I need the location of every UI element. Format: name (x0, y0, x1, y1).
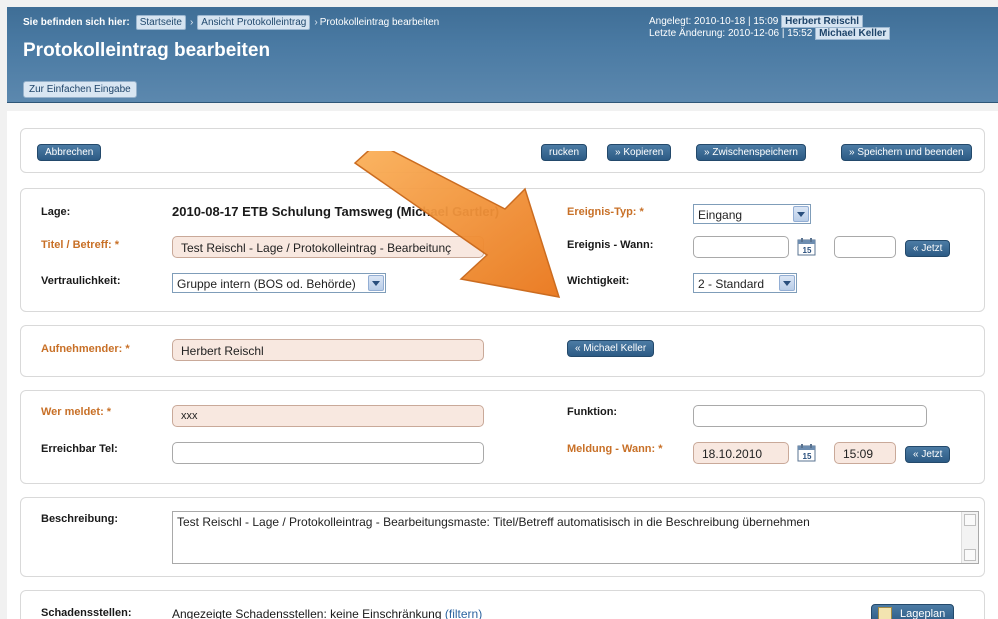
page-header: Sie befinden sich hier: Startseite › Ans… (7, 7, 998, 103)
ereignis-date-input[interactable] (693, 236, 789, 258)
save-exit-button[interactable]: » Speichern und beenden (841, 144, 972, 161)
aufnehmender-input[interactable]: Herbert Reischl (172, 339, 484, 361)
form-card-schadensstellen: Schadensstellen: Angezeigte Schadensstel… (20, 590, 985, 619)
lage-value: 2010-08-17 ETB Schulung Tamsweg (Michael… (172, 204, 500, 219)
meldung-now-button[interactable]: « Jetzt (905, 446, 951, 463)
wichtigkeit-value: 2 - Standard (698, 277, 765, 291)
lage-label: Lage: (41, 206, 71, 218)
lageplan-icon (878, 607, 892, 619)
simple-entry-button[interactable]: Zur Einfachen Eingabe (23, 81, 137, 98)
filter-link[interactable]: (filtern) (445, 607, 482, 619)
erreichbar-tel-label: Erreichbar Tel: (41, 443, 118, 455)
calendar-day-label: 15 (803, 452, 812, 461)
textarea-scrollbar[interactable] (961, 512, 978, 563)
calendar-icon[interactable]: 15 (797, 237, 817, 257)
vertraulichkeit-label: Vertraulichkeit: (41, 275, 121, 287)
schadensstellen-info: Angezeigte Schadensstellen: keine Einsch… (172, 607, 442, 619)
beschreibung-label: Beschreibung: (41, 513, 119, 525)
dropdown-arrow-icon[interactable] (793, 206, 809, 222)
content-area: Abbrechen rucken » Kopieren » Zwischensp… (7, 111, 998, 619)
breadcrumb-separator: › (189, 17, 194, 28)
lageplan-label: Lageplan (900, 608, 946, 619)
breadcrumb-prefix: Sie befinden sich hier: (23, 17, 130, 28)
ereignis-typ-select[interactable]: Eingang (693, 204, 811, 224)
schadensstellen-label: Schadensstellen: (41, 607, 132, 619)
vertraulichkeit-select[interactable]: Gruppe intern (BOS od. Behörde) (172, 273, 386, 293)
breadcrumb-current: Protokolleintrag bearbeiten (319, 17, 440, 28)
page-title: Protokolleintrag bearbeiten (23, 40, 271, 61)
meta-info: Angelegt: 2010-10-18 | 15:09 Herbert Rei… (649, 15, 891, 40)
breadcrumb: Sie befinden sich hier: Startseite › Ans… (23, 15, 439, 30)
funktion-input[interactable] (693, 405, 927, 427)
ereignis-typ-label: Ereignis-Typ: * (567, 206, 644, 218)
print-button[interactable]: rucken (541, 144, 588, 161)
vertraulichkeit-value: Gruppe intern (BOS od. Behörde) (177, 277, 356, 291)
toolbar-card: Abbrechen rucken » Kopieren » Zwischensp… (20, 128, 985, 173)
dropdown-arrow-icon[interactable] (779, 275, 795, 291)
ereignis-now-button[interactable]: « Jetzt (905, 240, 951, 257)
form-card-aufnehmender: Aufnehmender: * Herbert Reischl « Michae… (20, 325, 985, 377)
titel-label: Titel / Betreff: * (41, 239, 120, 251)
lageplan-button[interactable]: Lageplan (871, 604, 955, 619)
changed-by[interactable]: Michael Keller (815, 27, 891, 40)
wichtigkeit-label: Wichtigkeit: (567, 275, 630, 287)
erreichbar-tel-input[interactable] (172, 442, 484, 464)
assign-michael-keller-button[interactable]: « Michael Keller (567, 340, 655, 357)
wichtigkeit-select[interactable]: 2 - Standard (693, 273, 797, 293)
breadcrumb-ansicht[interactable]: Ansicht Protokolleintrag (197, 15, 311, 30)
meldung-date-input[interactable]: 18.10.2010 (693, 442, 789, 464)
changed-label: Letzte Änderung: 2010-12-06 | 15:52 (649, 28, 813, 39)
beschreibung-text: Test Reischl - Lage / Protokolleintrag -… (177, 515, 810, 529)
beschreibung-textarea[interactable]: Test Reischl - Lage / Protokolleintrag -… (172, 511, 979, 564)
meldung-time-input[interactable]: 15:09 (834, 442, 896, 464)
save-draft-button[interactable]: » Zwischenspeichern (696, 144, 806, 161)
wer-meldet-label: Wer meldet: * (41, 406, 112, 418)
funktion-label: Funktion: (567, 406, 618, 418)
calendar-day-label: 15 (803, 246, 812, 255)
aufnehmender-label: Aufnehmender: * (41, 343, 130, 355)
form-card-beschreibung: Beschreibung: Test Reischl - Lage / Prot… (20, 497, 985, 577)
wer-meldet-input[interactable]: xxx (172, 405, 484, 427)
ereignis-typ-value: Eingang (698, 208, 743, 222)
dropdown-arrow-icon[interactable] (368, 275, 384, 291)
scroll-up-icon[interactable] (964, 514, 976, 526)
meldung-wann-label: Meldung - Wann: * (567, 443, 663, 455)
breadcrumb-startseite[interactable]: Startseite (135, 15, 186, 30)
ereignis-wann-label: Ereignis - Wann: (567, 239, 654, 251)
form-card-main: Lage: 2010-08-17 ETB Schulung Tamsweg (M… (20, 188, 985, 312)
calendar-icon[interactable]: 15 (797, 443, 817, 463)
cancel-button[interactable]: Abbrechen (37, 144, 102, 161)
titel-input[interactable]: Test Reischl - Lage / Protokolleintrag -… (172, 236, 484, 258)
ereignis-time-input[interactable] (834, 236, 896, 258)
form-card-meldung: Wer meldet: * xxx Erreichbar Tel: Funkti… (20, 390, 985, 484)
schadensstellen-text: Angezeigte Schadensstellen: keine Einsch… (172, 607, 482, 619)
created-label: Angelegt: 2010-10-18 | 15:09 (649, 16, 779, 27)
scroll-down-icon[interactable] (964, 549, 976, 561)
copy-button[interactable]: » Kopieren (607, 144, 672, 161)
breadcrumb-separator: › (314, 17, 318, 28)
